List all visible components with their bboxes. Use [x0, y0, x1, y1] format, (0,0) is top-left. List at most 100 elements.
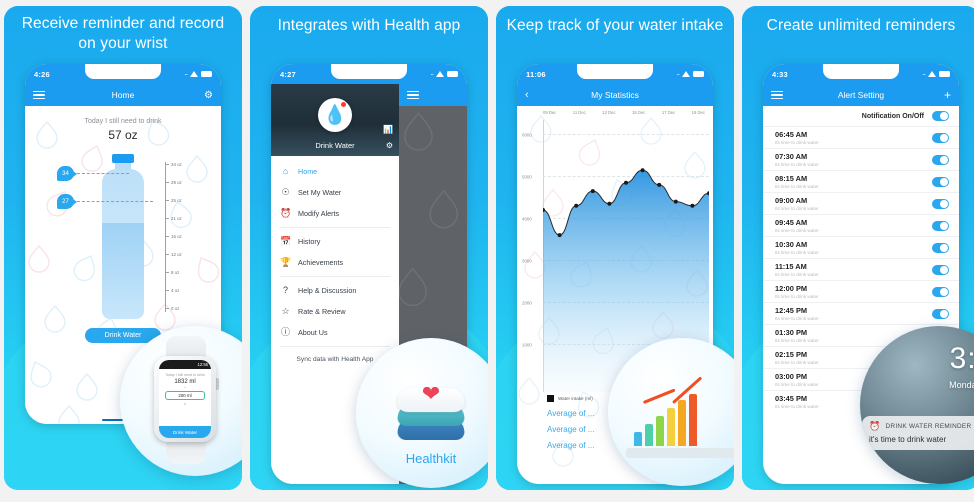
add-alert-button[interactable]: +: [944, 88, 951, 102]
menu-label: Rate & Review: [298, 307, 346, 316]
legend-label: Water intake (ml): [558, 396, 593, 401]
panel-headline: Keep track of your water intake: [506, 17, 724, 34]
menu-item-rate-review[interactable]: ☆ Rate & Review: [271, 301, 399, 322]
y-tick-label: 5000: [522, 174, 532, 180]
menu-item-home[interactable]: ⌂ Home: [271, 161, 399, 182]
alert-row[interactable]: 09:45 AM Its time to drink water: [763, 214, 959, 236]
watch-case: 12:55 Today I still need to drink 1832 m…: [154, 356, 216, 442]
drawer-menu: ⌂ Home ☉ Set My Water ⏰ Modify Alerts 📅 …: [271, 156, 399, 364]
alert-info: 10:30 AM Its time to drink water: [775, 240, 819, 255]
battery-icon: [939, 71, 950, 77]
alert-toggle[interactable]: [932, 286, 949, 297]
bar: [645, 424, 653, 446]
menu-item-modify-alerts[interactable]: ⏰ Modify Alerts: [271, 203, 399, 224]
alert-row[interactable]: 08:15 AM Its time to drink water: [763, 170, 959, 192]
notification-body: it's time to drink water: [869, 435, 947, 444]
notification-toggle[interactable]: [932, 111, 949, 121]
lockscreen-clock: 3:14: [949, 342, 974, 375]
alert-toggle[interactable]: [932, 132, 949, 143]
scale-tick: 29 oz: [165, 180, 182, 185]
menu-item-help-discussion[interactable]: ? Help & Discussion: [271, 280, 399, 301]
x-tick-label: 17 Dec: [661, 110, 676, 115]
alert-row[interactable]: 07:30 AM Its time to drink water: [763, 148, 959, 170]
alert-toggle[interactable]: [932, 220, 949, 231]
goal-amount: 57 oz: [108, 128, 138, 142]
hamburger-menu-icon[interactable]: [407, 90, 419, 100]
watch-drink-button[interactable]: Drink Water: [159, 426, 211, 438]
alert-toggle[interactable]: [932, 198, 949, 209]
menu-item-set-my-water[interactable]: ☉ Set My Water: [271, 182, 399, 203]
panel-reminders: Create unlimited reminders 4:33 .... Ale…: [742, 6, 974, 490]
alert-row[interactable]: 12:00 PM Its time to drink water: [763, 280, 959, 302]
y-tick-label: 4000: [522, 216, 532, 222]
healthkit-bubble-overlay: ❤ Healthkit: [356, 338, 488, 488]
chart-x-axis-labels: 09 Dec 11 Dec 13 Dec 15 Dec 17 Dec 19 De…: [521, 110, 709, 115]
droplet-icon: ☉: [281, 187, 290, 197]
alert-subtitle: Its time to drink water: [775, 250, 819, 255]
menu-label: Modify Alerts: [298, 209, 340, 218]
alert-time: 12:45 PM: [775, 306, 808, 315]
watch-goal-label: Today I still need to drink: [165, 373, 205, 377]
alert-toggle[interactable]: [932, 308, 949, 319]
alert-subtitle: Its time to drink water: [775, 272, 819, 277]
panel-headline: Integrates with Health app: [277, 17, 461, 34]
panel-headline: Receive reminder and record on your wris…: [21, 15, 225, 52]
healthkit-logo: ❤: [392, 374, 470, 452]
gear-icon[interactable]: ⚙: [204, 90, 213, 101]
alarm-icon: ⏰: [280, 208, 292, 218]
alert-toggle[interactable]: [932, 242, 949, 253]
wifi-icon: [682, 71, 690, 77]
menu-divider: [280, 227, 390, 228]
alert-subtitle: Its time to drink water: [775, 360, 819, 365]
marker-badge-upper: 34: [57, 166, 77, 181]
menu-item-about-us[interactable]: ⓘ About Us: [271, 322, 399, 343]
alert-time: 09:00 AM: [775, 196, 808, 205]
marker-dash-upper: [77, 173, 129, 174]
lockscreen-notification-card[interactable]: ⏰ DRINK WATER REMINDER it's time to drin…: [862, 416, 974, 450]
status-time: 4:26: [34, 69, 50, 79]
notification-title: DRINK WATER REMINDER: [885, 423, 972, 430]
alert-row[interactable]: 10:30 AM Its time to drink water: [763, 236, 959, 258]
alert-row[interactable]: 06:45 AM Its time to drink water: [763, 126, 959, 148]
hamburger-menu-icon[interactable]: [33, 90, 45, 100]
notification-header: ⏰ DRINK WATER REMINDER: [869, 422, 974, 431]
nav-title: Home: [111, 90, 135, 100]
watch-serving-select[interactable]: 200 ml: [165, 391, 205, 400]
chevron-up-icon[interactable]: ^: [159, 385, 211, 390]
menu-item-achievements[interactable]: 🏆 Achievements: [271, 252, 399, 273]
menu-item-history[interactable]: 📅 History: [271, 231, 399, 252]
bottle-visual: 34 27 34 oz 29 oz 25 oz 21 oz 16 oz 12 o…: [25, 148, 221, 326]
alert-info: 09:45 AM Its time to drink water: [775, 218, 819, 233]
alert-toggle[interactable]: [932, 176, 949, 187]
panel-watch-reminder: Receive reminder and record on your wris…: [4, 6, 242, 490]
alert-time: 11:15 AM: [775, 262, 807, 271]
alert-toggle[interactable]: [932, 264, 949, 275]
bar: [656, 416, 664, 446]
alert-time: 01:30 PM: [775, 328, 808, 337]
scale-tick-label: 34 oz: [171, 162, 182, 167]
nav-title: My Statistics: [591, 90, 639, 100]
chart-data-point: [590, 189, 595, 194]
nav-bar: ‹ My Statistics: [517, 84, 713, 106]
alert-info: 03:45 PM Its time to drink water: [775, 394, 819, 409]
chart-data-point: [657, 182, 662, 187]
hamburger-menu-icon[interactable]: [771, 90, 783, 100]
alert-time: 06:45 AM: [775, 130, 808, 139]
alert-info: 11:15 AM Its time to drink water: [775, 262, 819, 277]
chevron-down-icon[interactable]: v: [159, 401, 211, 406]
alert-info: 07:30 AM Its time to drink water: [775, 152, 819, 167]
alert-info: 12:45 PM Its time to drink water: [775, 306, 819, 321]
alert-toggle[interactable]: [932, 154, 949, 165]
alert-info: 09:00 AM Its time to drink water: [775, 196, 819, 211]
watch-status-bar: 12:55: [159, 360, 211, 369]
stats-icon[interactable]: 📊: [383, 125, 393, 134]
alert-time: 12:00 PM: [775, 284, 808, 293]
alert-row[interactable]: 11:15 AM Its time to drink water: [763, 258, 959, 280]
nav-bar: Alert Setting +: [763, 84, 959, 106]
battery-icon: [447, 71, 458, 77]
y-tick-label: 2000: [522, 300, 532, 306]
alert-row[interactable]: 12:45 PM Its time to drink water: [763, 302, 959, 324]
alert-row[interactable]: 09:00 AM Its time to drink water: [763, 192, 959, 214]
scale-tick-label: 0 oz: [171, 306, 180, 311]
back-chevron-icon[interactable]: ‹: [525, 89, 529, 101]
